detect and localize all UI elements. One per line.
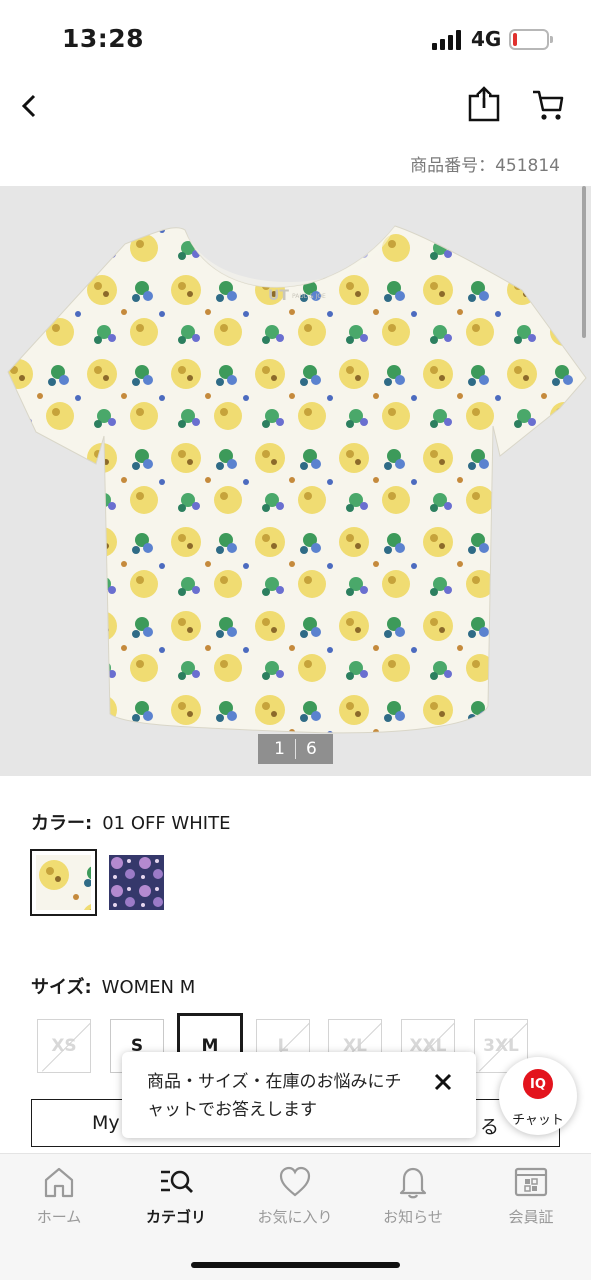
size-option-xs[interactable]: XS bbox=[37, 1019, 91, 1073]
svg-text:PAUL & JOE: PAUL & JOE bbox=[292, 293, 326, 300]
product-image-gallery[interactable]: UT PAUL & JOE bbox=[0, 186, 591, 776]
tab-member-card[interactable]: 会員証 bbox=[476, 1164, 586, 1227]
pager-current: 1 bbox=[274, 739, 285, 759]
gallery-scrollbar[interactable] bbox=[582, 186, 586, 338]
svg-text:UT: UT bbox=[268, 288, 289, 304]
signal-icon bbox=[432, 30, 461, 50]
color-swatch-off-white[interactable] bbox=[30, 849, 97, 916]
member-card-icon bbox=[514, 1167, 548, 1197]
size-value: WOMEN M bbox=[101, 977, 196, 998]
chat-tooltip-message: 商品・サイズ・在庫のお悩みにチャットでお答えします bbox=[147, 1072, 402, 1120]
iq-logo-icon: IQ bbox=[523, 1069, 553, 1099]
status-time: 13:28 bbox=[62, 24, 145, 53]
image-pager: 1 6 bbox=[258, 734, 333, 764]
status-bar: 13:28 4G bbox=[0, 0, 591, 78]
heart-icon bbox=[279, 1166, 311, 1197]
share-icon[interactable] bbox=[467, 86, 501, 122]
product-number: 商品番号：451814 bbox=[410, 156, 560, 176]
color-value: 01 OFF WHITE bbox=[102, 813, 231, 834]
tab-home[interactable]: ホーム bbox=[4, 1164, 114, 1227]
pager-total: 6 bbox=[306, 739, 317, 759]
product-image: UT PAUL & JOE bbox=[7, 225, 587, 734]
tab-category[interactable]: カテゴリ bbox=[121, 1164, 231, 1227]
tab-notifications[interactable]: お知らせ bbox=[358, 1164, 468, 1227]
chat-button-label: チャット bbox=[512, 1113, 564, 1128]
size-label: サイズ: bbox=[31, 977, 92, 998]
back-arrow-icon[interactable] bbox=[14, 88, 44, 124]
color-label: カラー: bbox=[31, 813, 93, 834]
color-row: カラー: 01 OFF WHITE bbox=[31, 809, 230, 835]
my-size-label-right: る bbox=[479, 1116, 499, 1138]
top-navigation bbox=[0, 78, 591, 138]
my-size-label-left: My bbox=[92, 1112, 120, 1134]
network-type: 4G bbox=[471, 27, 502, 51]
close-icon[interactable] bbox=[431, 1070, 455, 1094]
home-indicator bbox=[191, 1262, 400, 1268]
bell-icon bbox=[399, 1167, 427, 1199]
category-search-icon bbox=[161, 1170, 193, 1193]
chat-button[interactable]: IQ チャット bbox=[499, 1057, 577, 1135]
color-swatch-navy[interactable] bbox=[109, 855, 164, 910]
tab-favorites[interactable]: お気に入り bbox=[240, 1164, 350, 1227]
chat-tooltip: 商品・サイズ・在庫のお悩みにチャットでお答えします bbox=[122, 1052, 476, 1138]
cart-icon[interactable] bbox=[531, 88, 565, 122]
bottom-tab-bar: ホーム カテゴリ お気に入り お知らせ 会員証 bbox=[0, 1153, 591, 1280]
home-icon bbox=[44, 1167, 74, 1198]
battery-icon bbox=[509, 29, 553, 50]
size-row: サイズ: WOMEN M bbox=[31, 973, 195, 999]
